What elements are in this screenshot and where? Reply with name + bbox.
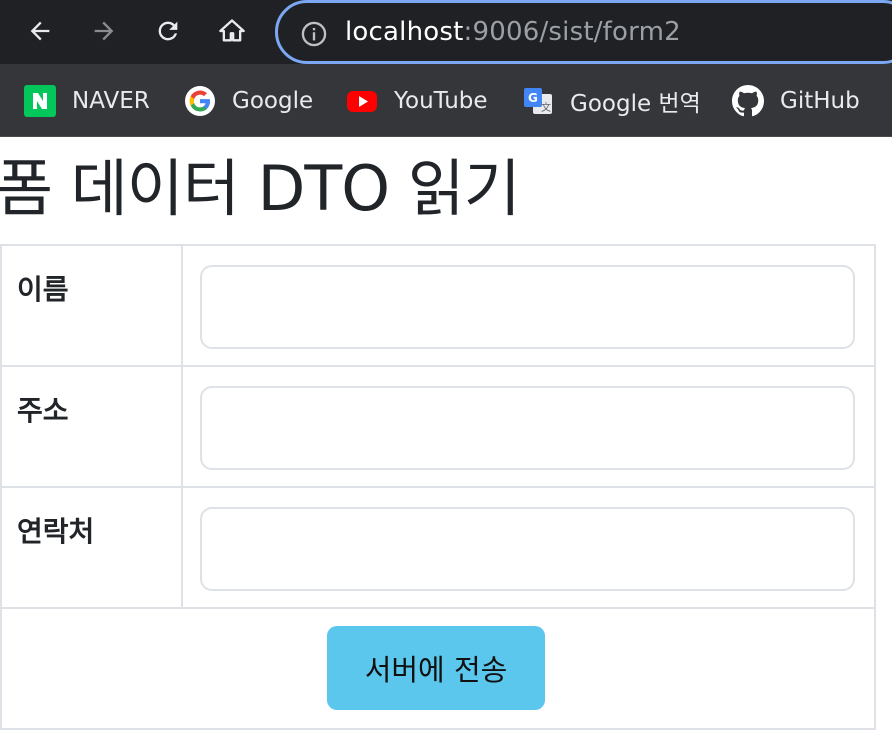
bookmark-label: Google 번역 <box>570 91 701 117</box>
svg-text:文: 文 <box>541 101 551 114</box>
browser-chrome: localhost:9006/sist/form2 NAVER Google Y… <box>0 0 892 137</box>
svg-text:G: G <box>528 91 538 105</box>
browser-toolbar: localhost:9006/sist/form2 <box>0 0 892 64</box>
bookmark-label: GitHub <box>780 88 860 114</box>
table-row: 주소 <box>0 365 876 488</box>
contact-input-cell <box>181 486 876 609</box>
url-path: :9006/sist/form2 <box>463 17 681 47</box>
back-button[interactable] <box>22 12 58 50</box>
naver-icon <box>24 85 56 117</box>
name-label: 이름 <box>17 273 69 306</box>
contact-label: 연락처 <box>17 515 95 548</box>
contact-input[interactable] <box>200 507 855 591</box>
arrow-right-icon <box>94 21 114 41</box>
bookmark-naver[interactable]: NAVER <box>24 84 150 118</box>
table-row: 서버에 전송 <box>0 607 876 730</box>
address-input-cell <box>181 365 876 488</box>
reload-icon <box>158 21 178 41</box>
page-title: 폼 데이터 DTO 읽기 <box>0 152 521 225</box>
address-label: 주소 <box>17 394 69 427</box>
bookmark-github[interactable]: GitHub <box>732 84 860 118</box>
address-label-cell: 주소 <box>0 365 183 488</box>
bookmarks-bar: NAVER Google YouTube G文 Google 번역 GitHub <box>0 64 892 137</box>
bookmark-label: Google <box>232 88 314 114</box>
youtube-icon <box>346 85 378 117</box>
bookmark-label: YouTube <box>394 88 488 114</box>
table-row: 연락처 <box>0 486 876 609</box>
home-icon <box>219 19 245 42</box>
google-icon <box>184 85 216 117</box>
forward-button[interactable] <box>86 12 122 50</box>
table-row: 이름 <box>0 244 876 367</box>
name-input-cell <box>181 244 876 367</box>
name-label-cell: 이름 <box>0 244 183 367</box>
bookmark-youtube[interactable]: YouTube <box>346 84 488 118</box>
bookmark-google[interactable]: Google <box>184 84 313 118</box>
reload-button[interactable] <box>150 12 186 50</box>
github-icon <box>732 85 764 117</box>
contact-label-cell: 연락처 <box>0 486 183 609</box>
submit-cell: 서버에 전송 <box>0 607 876 730</box>
name-input[interactable] <box>200 265 855 349</box>
address-input[interactable] <box>200 386 855 470</box>
bookmark-label: NAVER <box>72 88 150 114</box>
url-host: localhost <box>345 17 464 47</box>
arrow-left-icon <box>30 21 50 41</box>
home-button[interactable] <box>214 12 250 50</box>
submit-button[interactable]: 서버에 전송 <box>327 626 545 710</box>
info-icon[interactable] <box>300 20 328 52</box>
google-translate-icon: G文 <box>522 85 554 117</box>
bookmark-google-translate[interactable]: G文 Google 번역 <box>522 84 701 118</box>
form-table: 이름 주소 연락처 서버에 전송 <box>0 244 876 730</box>
address-bar[interactable]: localhost:9006/sist/form2 <box>275 0 892 64</box>
url-text: localhost:9006/sist/form2 <box>345 17 681 47</box>
